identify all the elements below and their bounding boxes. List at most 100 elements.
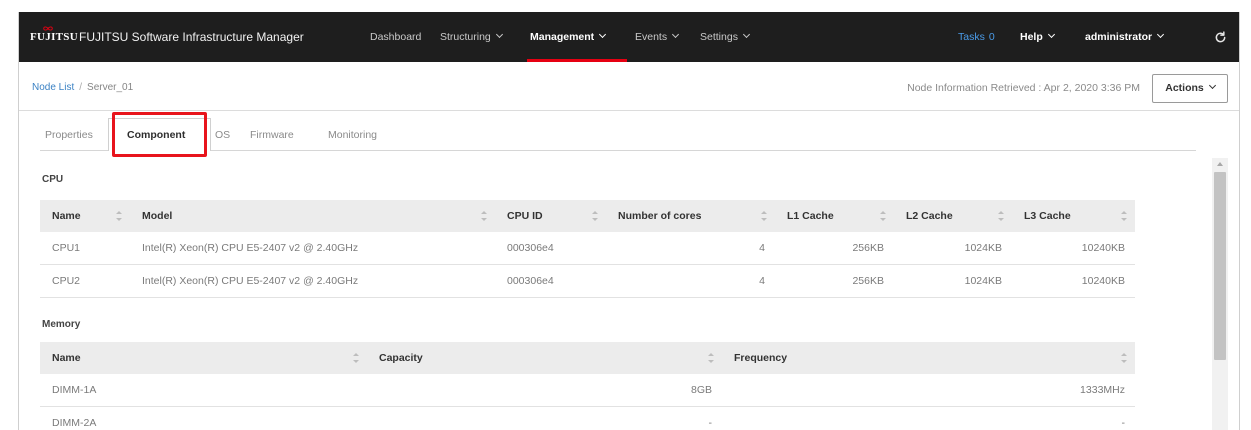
chevron-down-icon: [495, 30, 503, 39]
column-label: Name: [52, 210, 81, 222]
table-row: DIMM-1A 8GB 1333MHz: [40, 374, 1135, 407]
cpu-cell-cpu-id: 000306e4: [507, 275, 554, 287]
cpu-cell-cpu-id: 000306e4: [507, 242, 554, 254]
red-highlight-box: [112, 112, 207, 157]
memory-header-row: Name Capacity Frequency: [40, 342, 1135, 374]
chevron-down-icon: [672, 30, 680, 39]
cpu-section-title: CPU: [42, 174, 64, 185]
sort-icon[interactable]: [592, 211, 598, 221]
cpu-cell-l2-cache: 1024KB: [964, 242, 1002, 254]
nav-events[interactable]: Events: [635, 12, 680, 62]
nav-label: Structuring: [440, 31, 491, 43]
memory-col-capacity[interactable]: Capacity: [367, 342, 722, 374]
cpu-cell-number-of-cores: 4: [759, 242, 765, 254]
column-label: CPU ID: [507, 210, 543, 222]
help-label: Help: [1020, 31, 1043, 43]
memory-col-frequency[interactable]: Frequency: [722, 342, 1135, 374]
table-row: DIMM-2A - -: [40, 407, 1135, 430]
column-label: Frequency: [734, 352, 788, 364]
cpu-cell-name: CPU2: [52, 275, 81, 287]
cpu-col-l2-cache[interactable]: L2 Cache: [894, 200, 1012, 232]
cpu-col-cpu-id[interactable]: CPU ID: [495, 200, 606, 232]
cpu-cell-l3-cache: 10240KB: [1081, 275, 1125, 287]
memory-cell-capacity: -: [708, 417, 713, 429]
cpu-cell-number-of-cores: 4: [759, 275, 765, 287]
fujitsu-logo: FUJITSU: [30, 31, 78, 43]
refresh-icon[interactable]: [1214, 31, 1227, 44]
active-nav-indicator: [527, 59, 627, 62]
vertical-scrollbar[interactable]: [1212, 158, 1228, 430]
memory-section-title: Memory: [42, 319, 81, 330]
cpu-col-name[interactable]: Name: [40, 200, 130, 232]
nav-management[interactable]: Management: [530, 12, 607, 62]
actions-button[interactable]: Actions: [1152, 74, 1228, 103]
nav-label: Dashboard: [370, 31, 422, 43]
breadcrumb-separator: /: [79, 82, 83, 93]
cpu-col-model[interactable]: Model: [130, 200, 495, 232]
chevron-down-icon: [599, 30, 607, 39]
scroll-thumb[interactable]: [1214, 172, 1226, 360]
chevron-down-icon: [1157, 30, 1165, 39]
nav-dashboard[interactable]: Dashboard: [370, 12, 421, 62]
cpu-cell-name: CPU1: [52, 242, 81, 254]
memory-col-name[interactable]: Name: [40, 342, 367, 374]
tasks-count: 0: [988, 31, 995, 43]
sort-icon[interactable]: [761, 211, 767, 221]
nav-settings[interactable]: Settings: [700, 12, 750, 62]
nav-structuring[interactable]: Structuring: [440, 12, 503, 62]
memory-cell-frequency: 1333MHz: [1080, 384, 1125, 396]
tasks-link[interactable]: Tasks 0: [958, 12, 995, 62]
column-label: L2 Cache: [906, 210, 953, 222]
memory-cell-capacity: 8GB: [690, 384, 712, 396]
memory-cell-frequency: -: [1121, 417, 1126, 429]
memory-cell-name: DIMM-1A: [52, 384, 97, 396]
memory-table: Name Capacity Frequency DIMM-1A 8GB 1333…: [40, 342, 1135, 430]
column-label: Capacity: [379, 352, 423, 364]
user-label: administrator: [1085, 31, 1153, 43]
cpu-table: Name Model CPU ID Number of cores L1 Cac…: [40, 200, 1135, 298]
breadcrumb-current: Server_01: [87, 82, 134, 93]
chevron-down-icon: [1208, 81, 1216, 90]
top-nav-bar: FUJITSU FUJITSU Software Infrastructure …: [19, 12, 1239, 62]
divider: [19, 110, 1239, 111]
breadcrumb-node-list-link[interactable]: Node List: [32, 82, 74, 93]
cpu-cell-l1-cache: 256KB: [852, 275, 884, 287]
tab-monitoring[interactable]: Monitoring: [328, 128, 377, 142]
cpu-cell-l1-cache: 256KB: [852, 242, 884, 254]
column-label: L1 Cache: [787, 210, 834, 222]
column-label: Model: [142, 210, 173, 222]
cpu-col-l3-cache[interactable]: L3 Cache: [1012, 200, 1135, 232]
cpu-col-number-of-cores[interactable]: Number of cores: [606, 200, 775, 232]
sort-icon[interactable]: [1121, 353, 1127, 363]
help-menu[interactable]: Help: [1020, 12, 1055, 62]
scroll-up-arrow-icon[interactable]: [1217, 162, 1223, 166]
tabs-baseline: [40, 150, 1196, 151]
cpu-col-l1-cache[interactable]: L1 Cache: [775, 200, 894, 232]
table-row: CPU1 Intel(R) Xeon(R) CPU E5-2407 v2 @ 2…: [40, 232, 1135, 265]
cpu-cell-l2-cache: 1024KB: [964, 275, 1002, 287]
sort-icon[interactable]: [998, 211, 1004, 221]
tab-properties[interactable]: Properties: [45, 128, 93, 142]
column-label: L3 Cache: [1024, 210, 1071, 222]
sort-icon[interactable]: [116, 211, 122, 221]
cpu-cell-model: Intel(R) Xeon(R) CPU E5-2407 v2 @ 2.40GH…: [142, 275, 359, 287]
user-menu[interactable]: administrator: [1085, 12, 1165, 62]
app-title: FUJITSU Software Infrastructure Manager: [79, 30, 304, 44]
sort-icon[interactable]: [708, 353, 714, 363]
sort-icon[interactable]: [481, 211, 487, 221]
sort-icon[interactable]: [880, 211, 886, 221]
breadcrumb: Node List / Server_01: [32, 81, 133, 95]
tab-os[interactable]: OS: [215, 128, 230, 142]
column-label: Number of cores: [618, 210, 702, 222]
actions-label: Actions: [1165, 82, 1204, 94]
column-label: Name: [52, 352, 81, 364]
sort-icon[interactable]: [353, 353, 359, 363]
nav-label: Settings: [700, 31, 738, 43]
chevron-down-icon: [1047, 30, 1055, 39]
app-window: FUJITSU FUJITSU Software Infrastructure …: [18, 12, 1240, 430]
table-row: CPU2 Intel(R) Xeon(R) CPU E5-2407 v2 @ 2…: [40, 265, 1135, 298]
chevron-down-icon: [742, 30, 750, 39]
tasks-label: Tasks: [958, 31, 985, 43]
tab-firmware[interactable]: Firmware: [250, 128, 294, 142]
sort-icon[interactable]: [1121, 211, 1127, 221]
